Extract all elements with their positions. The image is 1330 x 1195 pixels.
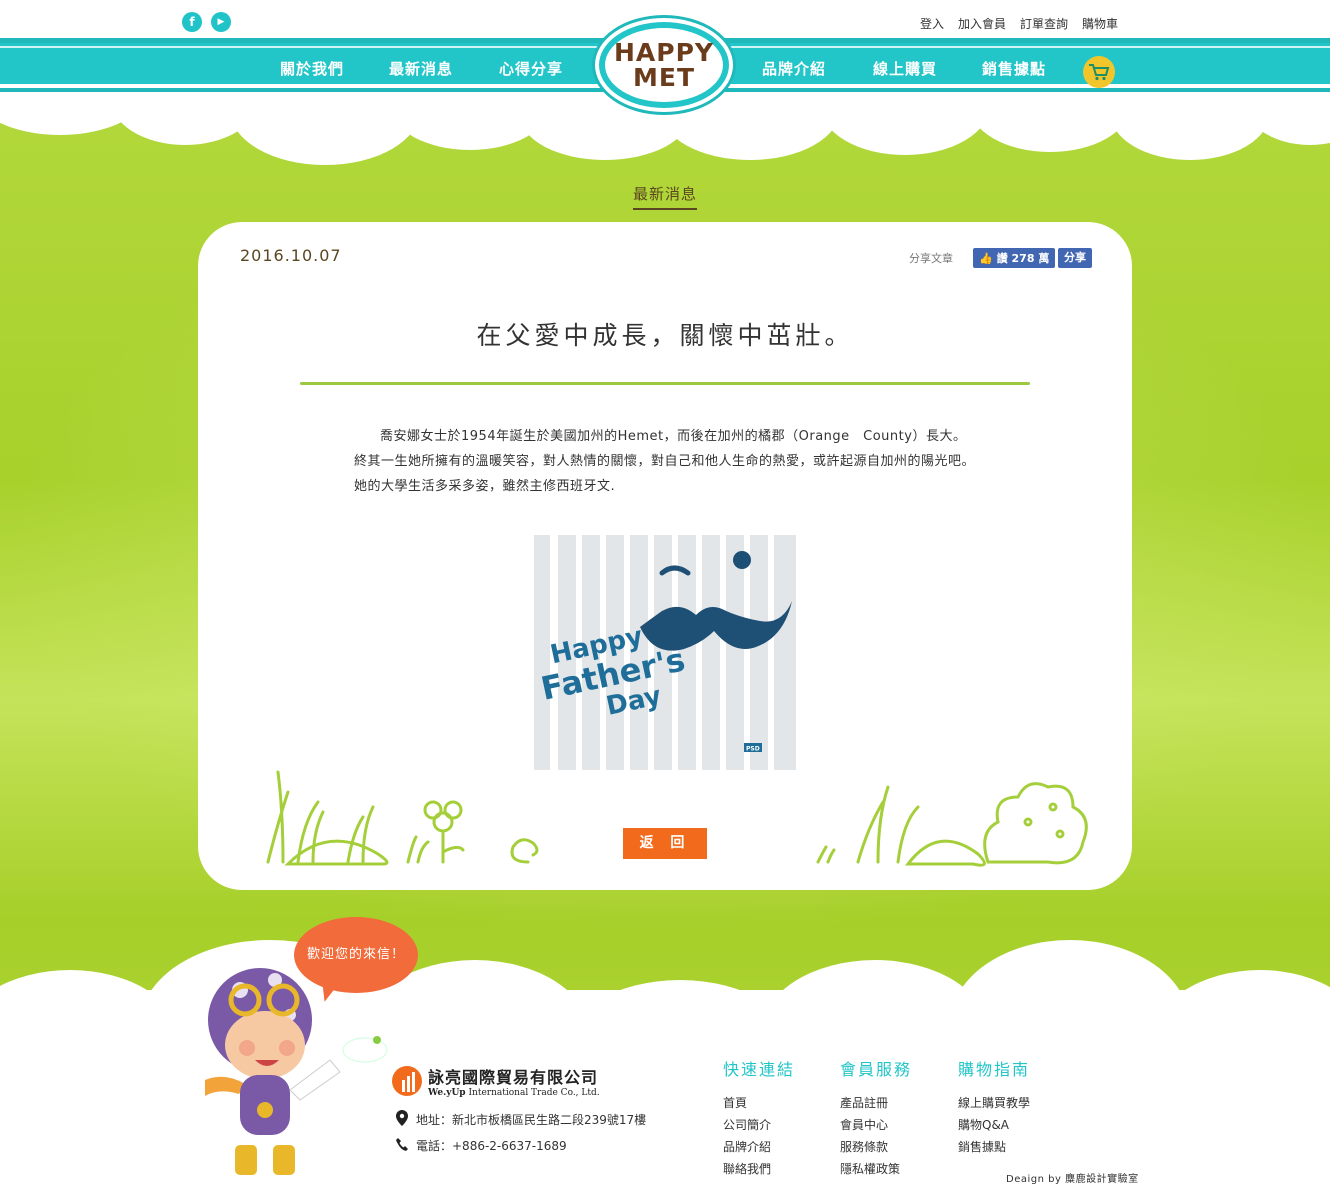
footer-link-register-product[interactable]: 產品註冊 bbox=[840, 1092, 912, 1114]
company-logo-icon bbox=[392, 1066, 422, 1096]
fathers-day-image: Happy Father's Day PSD bbox=[534, 535, 796, 770]
footer-col-title: 購物指南 bbox=[958, 1060, 1031, 1079]
footer-col-quicklinks: 快速連結 首頁 公司簡介 品牌介紹 聯絡我們 bbox=[723, 1056, 795, 1180]
footer-link-member-center[interactable]: 會員中心 bbox=[840, 1114, 912, 1136]
section-title-text: 最新消息 bbox=[632, 183, 697, 210]
register-link[interactable]: 加入會員 bbox=[958, 15, 1006, 32]
phone-row: 電話：+886-2-6637-1689 bbox=[396, 1137, 567, 1154]
footer-col-shopping: 購物指南 線上購買教學 購物Q&A 銷售據點 bbox=[958, 1056, 1030, 1158]
address-row: 地址：新北市板橋區民生路二段239號17樓 bbox=[396, 1110, 646, 1129]
nav-buy[interactable]: 線上購買 bbox=[873, 58, 937, 79]
phone-icon bbox=[396, 1137, 408, 1154]
like-count: 讚 278 萬 bbox=[996, 252, 1050, 265]
footer-link-privacy[interactable]: 隱私權政策 bbox=[840, 1158, 912, 1180]
location-pin-icon bbox=[396, 1110, 408, 1129]
footer-link-about[interactable]: 公司簡介 bbox=[723, 1114, 795, 1136]
design-credit: Deaign by 麋鹿設計實驗室 bbox=[1006, 1174, 1139, 1185]
back-button[interactable]: 返 回 bbox=[623, 828, 707, 859]
grass-doodle-left bbox=[266, 770, 539, 866]
footer-link-stores[interactable]: 銷售據點 bbox=[958, 1136, 1030, 1158]
share-label: 分享文章 bbox=[909, 252, 953, 265]
company-block: 詠亮國際貿易有限公司 We.yUp International Trade Co… bbox=[392, 1064, 600, 1098]
top-links: 登入 加入會員 訂單查詢 購物車 bbox=[920, 15, 1118, 32]
mascot-character bbox=[205, 968, 388, 1175]
footer-col-member: 會員服務 產品註冊 會員中心 服務條款 隱私權政策 bbox=[840, 1056, 912, 1180]
logo-text-happy: HAPPY bbox=[613, 38, 715, 67]
cart-icon[interactable] bbox=[1083, 56, 1115, 88]
nav-about[interactable]: 關於我們 bbox=[280, 58, 344, 79]
cart-link[interactable]: 購物車 bbox=[1082, 15, 1118, 32]
footer-link-contact[interactable]: 聯絡我們 bbox=[723, 1158, 795, 1180]
order-query-link[interactable]: 訂單查詢 bbox=[1020, 15, 1068, 32]
footer-link-terms[interactable]: 服務條款 bbox=[840, 1136, 912, 1158]
article-date: 2016.10.07 bbox=[240, 246, 342, 265]
footer-link-buy-guide[interactable]: 線上購買教學 bbox=[958, 1092, 1030, 1114]
facebook-like-button[interactable]: 👍 讚 278 萬 bbox=[973, 248, 1056, 268]
footer-col-title: 快速連結 bbox=[723, 1060, 796, 1079]
facebook-icon[interactable]: f bbox=[182, 12, 202, 32]
phone-text: 電話：+886-2-6637-1689 bbox=[416, 1139, 567, 1153]
thumbs-up-icon: 👍 bbox=[979, 251, 993, 265]
footer-link-home[interactable]: 首頁 bbox=[723, 1092, 795, 1114]
company-en-brand: We.yUp bbox=[428, 1088, 466, 1098]
company-english: We.yUp International Trade Co., Ltd. bbox=[428, 1088, 600, 1098]
nav-share[interactable]: 心得分享 bbox=[499, 58, 563, 79]
youtube-icon[interactable]: ▶ bbox=[211, 12, 231, 32]
address-text: 地址：新北市板橋區民生路二段239號17樓 bbox=[416, 1113, 647, 1127]
logo-inner: HAPPY MET bbox=[605, 28, 723, 102]
company-text: 詠亮國際貿易有限公司 We.yUp International Trade Co… bbox=[428, 1064, 600, 1098]
article-card: 2016.10.07 分享文章 👍 讚 278 萬 分享 在父愛中成長，關懷中茁壯… bbox=[198, 222, 1132, 890]
grass-doodle-right bbox=[816, 782, 1088, 867]
happymet-logo[interactable]: HAPPY MET bbox=[595, 18, 733, 112]
footer-link-brand[interactable]: 品牌介紹 bbox=[723, 1136, 795, 1158]
section-title: 最新消息 bbox=[0, 183, 1330, 210]
nav-brand[interactable]: 品牌介紹 bbox=[762, 58, 826, 79]
company-en-name: International Trade Co., Ltd. bbox=[468, 1088, 600, 1098]
nav-news[interactable]: 最新消息 bbox=[389, 58, 453, 79]
nav-stores[interactable]: 銷售據點 bbox=[982, 58, 1046, 79]
title-divider bbox=[300, 382, 1030, 385]
footer-col-title: 會員服務 bbox=[840, 1060, 913, 1079]
login-link[interactable]: 登入 bbox=[920, 15, 944, 32]
facebook-share-button[interactable]: 分享 bbox=[1058, 248, 1092, 268]
logo-text-met: MET bbox=[632, 63, 695, 92]
article-title: 在父愛中成長，關懷中茁壯。 bbox=[476, 321, 854, 350]
footer-link-qa[interactable]: 購物Q&A bbox=[958, 1114, 1030, 1136]
article-body: 喬安娜女士於1954年誕生於美國加州的Hemet，而後在加州的橘郡（Orange… bbox=[354, 429, 976, 494]
psd-tag: PSD bbox=[746, 746, 760, 753]
company-name: 詠亮國際貿易有限公司 bbox=[428, 1068, 599, 1087]
